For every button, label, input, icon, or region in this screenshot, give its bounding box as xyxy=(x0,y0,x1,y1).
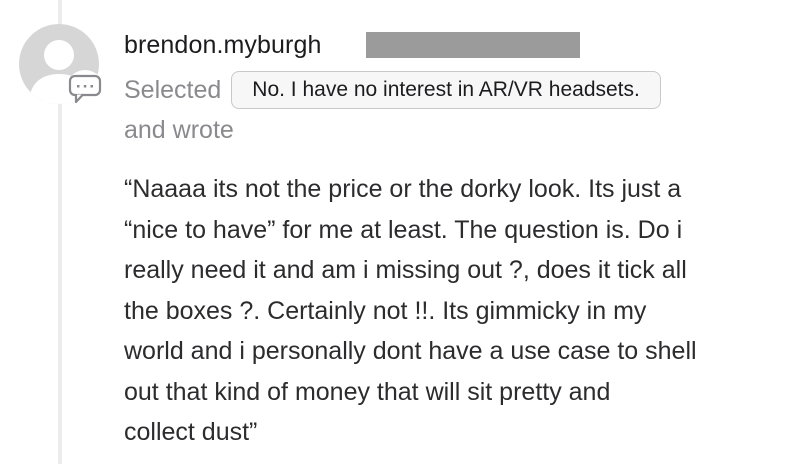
comment-line: really need it and am i missing out ?, d… xyxy=(124,256,687,284)
comment-badge xyxy=(66,70,104,108)
selected-label: Selected xyxy=(124,75,222,104)
comment-line: world and i personally dont have a use c… xyxy=(124,337,697,365)
username[interactable]: brendon.myburgh xyxy=(124,31,321,60)
wrote-label: and wrote xyxy=(124,116,234,144)
comment-line: collect dust” xyxy=(124,418,258,446)
comment-line: the boxes ?. Certainly not !!. Its gimmi… xyxy=(124,296,647,325)
comment-text: “Naaaa its not the price or the dorky lo… xyxy=(124,169,792,453)
comment-bubble-icon xyxy=(68,74,102,104)
selected-row: Selected No. I have no interest in AR/VR… xyxy=(124,70,661,110)
comment-line: “Naaaa its not the price or the dorky lo… xyxy=(124,175,682,203)
username-row: brendon.myburgh xyxy=(124,28,321,62)
comment-line: “nice to have” for me at least. The ques… xyxy=(124,215,683,244)
comment-line: out that kind of money that will sit pre… xyxy=(124,377,611,406)
comment-card: brendon.myburgh Selected No. I have no i… xyxy=(0,0,796,464)
selected-choice-pill: No. I have no interest in AR/VR headsets… xyxy=(231,71,661,109)
redaction-block xyxy=(366,32,580,58)
